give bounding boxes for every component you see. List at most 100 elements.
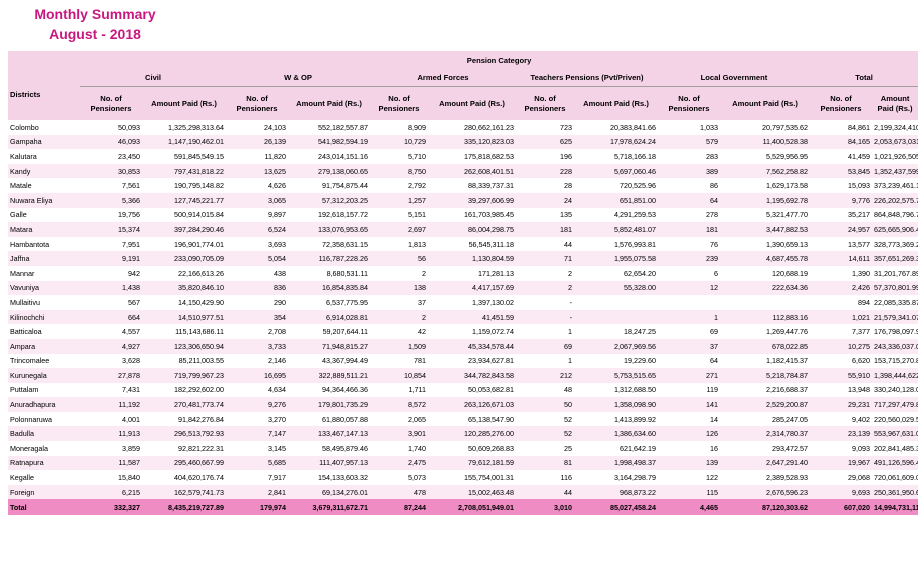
pensioners-cell: 894 [810,295,872,310]
amount-cell: 8,680,531.11 [288,265,370,281]
district-row: Kurunegala 27,878 719,799,967.23 16,695 322,… [8,368,919,383]
pensioners-cell: 3,859 [80,441,142,456]
amount-cell: 797,431,818.22 [142,163,226,179]
pensioners-cell: 438 [226,265,288,281]
pensioners-cell: 354 [226,309,288,325]
pensioners-cell: 14 [658,411,720,427]
pensioners-cell: 53,845 [810,163,872,179]
pensioners-cell: 15,840 [80,470,142,485]
pensioners-cell: 2,697 [370,222,428,237]
amount-cell: 2,389,528.93 [720,470,810,485]
amount-cell: 190,795,148.82 [142,178,226,193]
amount-cell: 397,284,290.46 [142,222,226,237]
district-name: Ratnapura [8,455,80,471]
amount-cell: 3,679,311,672.71 [288,499,370,516]
pensioners-cell: 9,897 [226,207,288,223]
amount-cell: 4,687,455.78 [720,251,810,266]
pensioners-cell: 25 [516,441,574,456]
district-row: Batticaloa 4,557 115,143,686.11 2,708 59,207… [8,324,919,339]
pensioners-cell: 69 [658,324,720,339]
district-name: Moneragala [8,441,80,456]
pensioners-cell: 19,756 [80,207,142,223]
amount-cell: 5,218,784.87 [720,368,810,383]
pensioners-cell: 4,465 [658,499,720,516]
amount-cell: 1,576,993.81 [574,236,658,252]
pensioners-cell: 2,475 [370,455,428,471]
district-name: Batticaloa [8,324,80,339]
pensioners-cell: 228 [516,163,574,179]
pensioners-cell: 2,426 [810,280,872,296]
amount-cell: 192,618,157.72 [288,207,370,223]
pensioners-cell: 2,065 [370,411,428,427]
amount-cell: 404,620,176.74 [142,470,226,485]
pensioners-cell: 37 [658,338,720,354]
pensioners-cell: 116 [516,470,574,485]
pensioners-cell: 84,165 [810,134,872,150]
pensioners-cell: 30,853 [80,163,142,179]
pensioners-cell: 5,054 [226,251,288,266]
district-row: Ampara 4,927 123,306,650.94 3,733 71,948,815… [8,338,919,354]
pensioners-cell: 55,910 [810,368,872,383]
page-subtitle: August - 2018 [49,26,141,42]
district-row: Vavuniya 1,438 35,820,846.10 836 16,854,835.… [8,280,919,296]
pensioners-cell: 64 [658,353,720,369]
amount-cell: 1,147,190,462.01 [142,134,226,150]
pensioners-cell: 2 [516,280,574,296]
amount-cell: 1,182,415.37 [720,353,810,369]
amount-cell: 88,339,737.31 [428,178,516,193]
amount-cell: 335,120,823.03 [428,134,516,150]
pensioners-cell: 8,909 [370,120,428,135]
pensioners-cell: 579 [658,134,720,150]
amount-cell: 50,609,268.83 [428,441,516,456]
pensioners-cell: 181 [516,222,574,237]
amount-cell: 16,854,835.84 [288,280,370,296]
civil-no-of-pensioners-header: No. of Pensioners [80,86,142,120]
amount-cell: 175,818,682.53 [428,149,516,164]
district-row: Mannar 942 22,166,613.26 438 8,680,531.11 2 17… [8,265,919,281]
amount-cell: 2,529,200.87 [720,397,810,412]
amount-cell: 280,662,161.23 [428,120,516,135]
amount-cell: 1,955,075.58 [574,251,658,266]
amount-cell: 69,134,276.01 [288,484,370,500]
pensioners-cell: 5,710 [370,149,428,164]
amount-cell: 625,665,906.46 [872,222,919,237]
amount-cell: 5,852,481.07 [574,222,658,237]
pensioners-cell: 27,878 [80,368,142,383]
pensioners-cell: 10,275 [810,338,872,354]
amount-cell: 18,247.25 [574,324,658,339]
pensioners-cell: 9,276 [226,397,288,412]
amount-cell [574,295,658,310]
district-row: Hambantota 7,951 196,901,774.01 3,693 72,358… [8,236,919,252]
pensioners-cell: 69 [516,338,574,354]
amount-cell: 2,053,673,031.85 [872,134,919,150]
amount-cell: 43,367,994.49 [288,353,370,369]
pensioners-cell: 781 [370,353,428,369]
amount-cell: 250,361,950.67 [872,484,919,500]
pensioners-cell: 1 [516,324,574,339]
amount-cell: 1,325,298,313.64 [142,120,226,135]
amount-cell: 87,120,303.62 [720,499,810,516]
amount-cell: 11,400,528.38 [720,134,810,150]
pensioners-cell: 1,438 [80,280,142,296]
pensioners-cell: 52 [516,426,574,442]
pensioners-cell: 11,820 [226,149,288,164]
amount-cell: 155,754,001.31 [428,470,516,485]
pensioners-cell: 8,750 [370,163,428,179]
amount-cell: 31,201,767.89 [872,265,919,281]
district-name: Nuwara Eliya [8,192,80,208]
pensioners-cell: 10,729 [370,134,428,150]
pensioners-cell: 478 [370,484,428,500]
pensioners-cell: 271 [658,368,720,383]
amount-cell: 500,914,015.84 [142,207,226,223]
amount-cell: 3,164,298.79 [574,470,658,485]
district-name: Anuradhapura [8,397,80,412]
pensioners-cell: 50 [516,397,574,412]
pensioners-cell: 1,509 [370,338,428,354]
report-titles: Monthly Summary August - 2018 [0,4,190,44]
district-name: Trincomalee [8,353,80,369]
amount-cell: 202,841,485.36 [872,441,919,456]
district-row: Kalutara 23,450 591,845,549.15 11,820 243,01… [8,149,919,164]
amount-cell: 153,715,270.82 [872,353,919,369]
district-name: Puttalam [8,382,80,398]
amount-cell: 1,159,072.74 [428,324,516,339]
